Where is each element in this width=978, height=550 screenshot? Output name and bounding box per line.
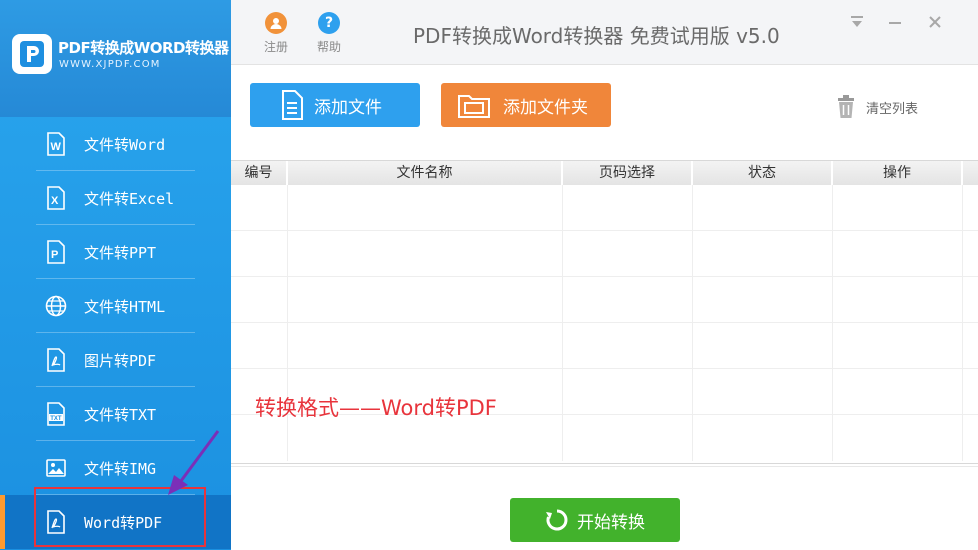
- help-icon: ?: [318, 12, 340, 34]
- footer-divider: [231, 466, 978, 467]
- pdf-file-icon: [44, 348, 68, 372]
- clear-list-label: 清空列表: [866, 101, 919, 117]
- add-file-label: 添加文件: [314, 97, 382, 118]
- table-row: [231, 323, 978, 369]
- sidebar-item-label: 文件转HTML: [84, 297, 166, 316]
- column-header-page-selection: 页码选择: [563, 161, 693, 185]
- add-file-button[interactable]: 添加文件: [250, 83, 420, 127]
- table-row: [231, 185, 978, 231]
- table-row: [231, 231, 978, 277]
- sidebar-item-image-to-pdf[interactable]: 图片转PDF: [0, 333, 231, 387]
- start-conversion-button[interactable]: 开始转换: [510, 498, 680, 542]
- app-logo-icon: [12, 34, 52, 74]
- column-header-index: 编号: [231, 161, 288, 185]
- sidebar-item-label: 文件转Excel: [84, 189, 175, 208]
- active-indicator: [0, 495, 5, 549]
- column-header-spacer: [963, 161, 978, 185]
- help-button[interactable]: ? 帮助: [311, 12, 347, 55]
- register-button[interactable]: 注册: [258, 12, 294, 55]
- svg-text:X: X: [51, 195, 59, 207]
- sidebar-item-label: 文件转TXT: [84, 405, 157, 424]
- column-header-status: 状态: [693, 161, 833, 185]
- close-icon[interactable]: [925, 14, 945, 34]
- ppt-file-icon: P: [44, 240, 68, 264]
- folder-icon: [457, 91, 491, 119]
- document-icon: [280, 90, 304, 120]
- sidebar-item-file-to-html[interactable]: 文件转HTML: [0, 279, 231, 333]
- skin-dropdown-icon[interactable]: [847, 14, 867, 34]
- svg-text:W: W: [51, 141, 62, 153]
- minimize-icon[interactable]: [885, 14, 905, 34]
- help-label: 帮助: [316, 40, 341, 54]
- sidebar-item-file-to-ppt[interactable]: P 文件转PPT: [0, 225, 231, 279]
- txt-file-icon: TXT: [44, 402, 68, 426]
- svg-text:TXT: TXT: [50, 416, 62, 422]
- sidebar-item-file-to-word[interactable]: W 文件转Word: [0, 117, 231, 171]
- brand-title: PDF转换成WORD转换器: [58, 39, 229, 57]
- brand-area: PDF转换成WORD转换器 WWW.XJPDF.COM: [0, 0, 231, 117]
- svg-text:P: P: [51, 249, 58, 261]
- table-row: [231, 277, 978, 323]
- refresh-icon: [545, 508, 569, 532]
- image-icon: [44, 456, 68, 480]
- annotation-arrow-icon: [168, 430, 220, 495]
- table-header: 编号 文件名称 页码选择 状态 操作: [231, 161, 978, 185]
- user-icon: [265, 12, 287, 34]
- sidebar-item-label: 文件转Word: [84, 135, 166, 154]
- column-header-filename: 文件名称: [288, 161, 563, 185]
- excel-file-icon: X: [44, 186, 68, 210]
- clear-list-button[interactable]: 清空列表: [836, 95, 918, 119]
- register-label: 注册: [263, 40, 288, 54]
- app-title: PDF转换成Word转换器 免费试用版 v5.0: [413, 24, 780, 48]
- pdf-file-icon: [44, 510, 68, 534]
- title-bar: 注册 ? 帮助 PDF转换成Word转换器 免费试用版 v5.0: [231, 0, 978, 65]
- sidebar-item-label: Word转PDF: [84, 513, 163, 532]
- globe-icon: [44, 294, 68, 318]
- sidebar-item-file-to-excel[interactable]: X 文件转Excel: [0, 171, 231, 225]
- add-folder-button[interactable]: 添加文件夹: [441, 83, 611, 127]
- word-file-icon: W: [44, 132, 68, 156]
- trash-icon: [836, 95, 856, 119]
- annotation-text: 转换格式——Word转PDF: [255, 396, 497, 420]
- add-folder-label: 添加文件夹: [503, 97, 588, 118]
- sidebar-item-label: 文件转IMG: [84, 459, 157, 478]
- sidebar-item-label: 图片转PDF: [84, 351, 157, 370]
- column-header-actions: 操作: [833, 161, 963, 185]
- start-conversion-label: 开始转换: [577, 512, 645, 533]
- sidebar-item-label: 文件转PPT: [84, 243, 157, 262]
- brand-subtitle: WWW.XJPDF.COM: [59, 59, 161, 70]
- sidebar-item-word-to-pdf[interactable]: Word转PDF: [0, 495, 231, 549]
